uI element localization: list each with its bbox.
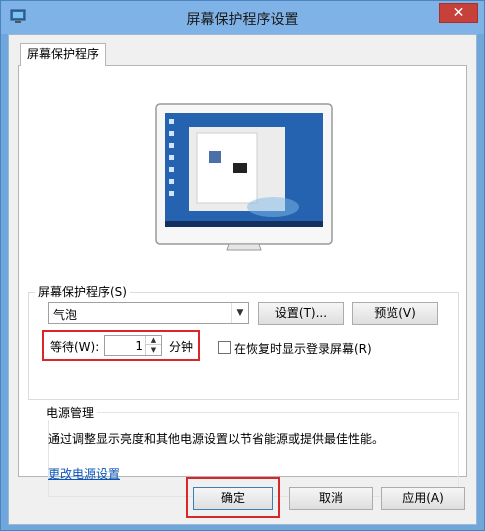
apply-button[interactable]: 应用(A) (381, 487, 465, 510)
dialog-client: 屏幕保护程序 屏幕保护程序(S) 气泡 ▼ 设置(T)... 预览(V) 等待(… (8, 34, 477, 525)
screensaver-select[interactable]: 气泡 ▼ (48, 302, 249, 324)
window-title: 屏幕保护程序设置 (186, 12, 299, 28)
logon-label[interactable]: 在恢复时显示登录屏幕(R) (234, 340, 372, 357)
tab-screensaver[interactable]: 屏幕保护程序 (20, 43, 106, 66)
wait-unit: 分钟 (169, 340, 194, 354)
dialog-window: 屏幕保护程序设置 ✕ 屏幕保护程序 屏幕保护程序(S) 气泡 ▼ 设置(T)..… (0, 0, 485, 531)
wait-label: 等待(W): (50, 340, 100, 354)
logon-checkbox[interactable] (218, 341, 231, 354)
monitor-preview-icon (155, 103, 333, 251)
wait-minutes-stepper[interactable]: 1 ▲ ▼ (104, 335, 162, 356)
wait-minutes-value: 1 (135, 339, 143, 353)
spin-up-icon[interactable]: ▲ (146, 336, 161, 345)
power-group-label: 电源管理 (43, 406, 98, 420)
chevron-down-icon[interactable]: ▼ (231, 303, 248, 323)
screensaver-select-value: 气泡 (53, 308, 78, 322)
ok-button[interactable]: 确定 (193, 487, 273, 510)
spin-buttons: ▲ ▼ (145, 336, 161, 355)
close-button[interactable]: ✕ (439, 3, 478, 23)
cancel-button[interactable]: 取消 (289, 487, 373, 510)
screensaver-group-label: 屏幕保护程序(S) (35, 285, 130, 299)
tab-panel: 屏幕保护程序(S) 气泡 ▼ 设置(T)... 预览(V) 等待(W): 1 ▲… (18, 65, 467, 497)
title-bar[interactable]: 屏幕保护程序设置 ✕ (1, 1, 484, 34)
preview-button[interactable]: 预览(V) (352, 302, 438, 325)
spin-down-icon[interactable]: ▼ (146, 346, 161, 355)
power-description: 通过调整显示亮度和其他电源设置以节省能源或提供最佳性能。 (48, 432, 385, 446)
settings-button[interactable]: 设置(T)... (258, 302, 344, 325)
change-power-settings-link[interactable]: 更改电源设置 (48, 465, 120, 482)
